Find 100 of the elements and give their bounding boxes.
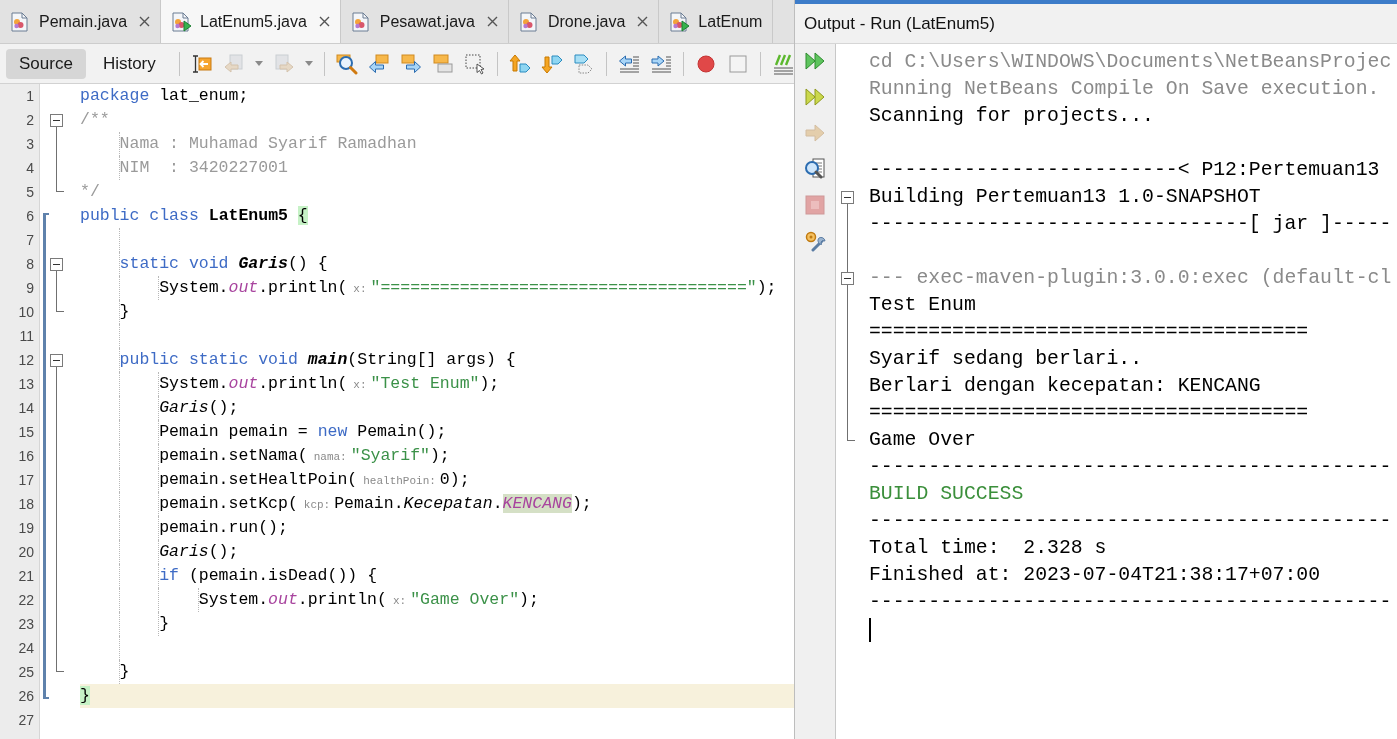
outdent-icon[interactable] bbox=[617, 52, 640, 75]
code-line: } bbox=[159, 613, 170, 635]
line-number: 1 bbox=[26, 88, 34, 104]
box-right-arrow-icon[interactable] bbox=[399, 52, 422, 75]
line-number: 24 bbox=[18, 640, 34, 656]
output-line: Building Pertemuan13 1.0-SNAPSHOT bbox=[869, 185, 1261, 210]
line-number: 13 bbox=[18, 376, 34, 392]
code-line: package lat_enum; bbox=[80, 85, 249, 107]
output-line: BUILD SUCCESS bbox=[869, 482, 1024, 507]
code-line: System.out.println( x: "Test Enum"); bbox=[159, 372, 500, 395]
output-line: Syarif sedang berlari.. bbox=[869, 347, 1143, 372]
settings-icon[interactable] bbox=[804, 230, 826, 252]
output-line: --- exec-maven-plugin:3.0.0:exec (default-cl bbox=[869, 266, 1392, 291]
line-number: 7 bbox=[26, 232, 34, 248]
code-line: /** bbox=[80, 109, 110, 131]
output-line: Scanning for projects... bbox=[869, 104, 1154, 129]
code-line: Nama : Muhamad Syarif Ramadhan bbox=[119, 133, 417, 155]
collapse-icon[interactable] bbox=[841, 272, 854, 285]
box-left-arrow-icon[interactable] bbox=[367, 52, 390, 75]
up-arrow-tag-icon[interactable] bbox=[508, 52, 531, 75]
code-line: pemain.setKcp( kcp: Pemain.Kecepatan.KENCANG); bbox=[159, 492, 592, 515]
line-number: 25 bbox=[18, 664, 34, 680]
line-number: 11 bbox=[19, 328, 34, 344]
view-tab[interactable]: History bbox=[89, 48, 169, 79]
code-line: NIM : 3420227001 bbox=[119, 157, 288, 179]
double-play-icon[interactable] bbox=[804, 86, 826, 108]
line-number: 8 bbox=[26, 256, 34, 272]
editor-tab[interactable]: Pemain.java bbox=[0, 0, 162, 43]
document-icon bbox=[10, 11, 31, 32]
line-number: 2 bbox=[26, 112, 34, 128]
line-number: 16 bbox=[18, 448, 34, 464]
output-line: Game Over bbox=[869, 428, 976, 453]
code-line: pemain.setNama( nama: "Syarif"); bbox=[159, 444, 450, 467]
code-line: Garis(); bbox=[159, 397, 239, 419]
view-tab[interactable]: Source bbox=[6, 48, 86, 79]
output-line: Berlari dengan kecepatan: KENCANG bbox=[869, 374, 1261, 399]
editor-tab[interactable]: LatEnum bbox=[659, 0, 774, 43]
code-line: Pemain pemain = new Pemain(); bbox=[159, 421, 447, 443]
search-icon[interactable] bbox=[804, 158, 826, 180]
output-line: Finished at: 2023-07-04T21:38:17+07:00 bbox=[869, 563, 1321, 588]
code-line: */ bbox=[80, 181, 100, 203]
output-line: -------------------------------------------- bbox=[869, 590, 1392, 615]
down-arrow-tag-icon[interactable] bbox=[540, 52, 563, 75]
line-number: 17 bbox=[18, 472, 34, 488]
code-line: Garis(); bbox=[159, 541, 239, 563]
collapse-icon[interactable] bbox=[50, 113, 63, 127]
line-number: 20 bbox=[18, 544, 34, 560]
code-line: } bbox=[119, 661, 130, 683]
document-icon bbox=[350, 11, 372, 32]
code-line: } bbox=[119, 301, 130, 323]
code-line: pemain.setHealtPoin( healthPoin: 0); bbox=[159, 468, 470, 491]
document-play-icon bbox=[171, 11, 193, 32]
output-line: --------------------------------[ jar ]----- bbox=[869, 212, 1392, 237]
line-number: 26 bbox=[18, 688, 34, 704]
close-icon[interactable] bbox=[486, 16, 498, 27]
line-number: 22 bbox=[18, 592, 34, 608]
editor-tab[interactable]: Pesawat.java bbox=[340, 0, 509, 43]
cursor-arrow-icon[interactable] bbox=[190, 52, 213, 75]
collapse-icon[interactable] bbox=[50, 257, 63, 271]
line-number: 3 bbox=[26, 136, 34, 152]
line-number: 9 bbox=[26, 280, 34, 296]
line-number: 21 bbox=[18, 568, 34, 584]
dotted-selection-icon[interactable] bbox=[463, 52, 486, 75]
close-icon[interactable] bbox=[637, 16, 649, 27]
output-line: Running NetBeans Compile On Save execution. bbox=[869, 77, 1380, 102]
document-play-icon bbox=[669, 11, 691, 32]
indent-icon[interactable] bbox=[649, 52, 672, 75]
double-play-icon[interactable] bbox=[804, 50, 826, 72]
line-number: 10 bbox=[18, 304, 34, 320]
line-number: 4 bbox=[26, 160, 34, 176]
line-number: 27 bbox=[18, 712, 34, 728]
code-line: if (pemain.isDead()) { bbox=[159, 565, 378, 587]
code-line: pemain.run(); bbox=[159, 517, 288, 539]
output-line: --------------------------< P12:Pertemuan13 bbox=[869, 158, 1380, 183]
collapse-icon[interactable] bbox=[841, 191, 854, 204]
line-number: 6 bbox=[26, 208, 34, 224]
close-icon[interactable] bbox=[139, 16, 151, 27]
search-icon[interactable] bbox=[335, 52, 358, 75]
close-icon[interactable] bbox=[318, 16, 330, 27]
output-line: Test Enum bbox=[869, 293, 976, 318]
output-line: cd C:\Users\WINDOWS\Documents\NetBeansProjec bbox=[869, 50, 1392, 75]
output-line: -------------------------------------------- bbox=[869, 455, 1392, 480]
output-line: ===================================== bbox=[869, 401, 1309, 426]
slashes-icon[interactable] bbox=[771, 52, 794, 75]
panel-title: Output - Run (LatEnum5) bbox=[804, 13, 995, 34]
line-number: 19 bbox=[18, 520, 34, 536]
editor-tab[interactable]: LatEnum5.java bbox=[161, 0, 341, 43]
output-line: -------------------------------------------- bbox=[869, 509, 1392, 534]
code-line: System.out.println( x: "Game Over"); bbox=[198, 588, 539, 611]
code-line: public static void main(String[] args) { bbox=[119, 349, 516, 371]
output-line: Total time: 2.328 s bbox=[869, 536, 1107, 561]
tag-icon[interactable] bbox=[572, 52, 595, 75]
line-number: 14 bbox=[18, 400, 34, 416]
line-number: 5 bbox=[26, 184, 34, 200]
code-line: System.out.println( x: "====================================="); bbox=[159, 276, 777, 299]
document-icon bbox=[518, 11, 540, 32]
collapse-icon[interactable] bbox=[50, 353, 63, 367]
record-icon[interactable] bbox=[694, 52, 717, 75]
editor-tab[interactable]: Drone.java bbox=[508, 0, 660, 43]
code-line: static void Garis() { bbox=[119, 253, 328, 275]
